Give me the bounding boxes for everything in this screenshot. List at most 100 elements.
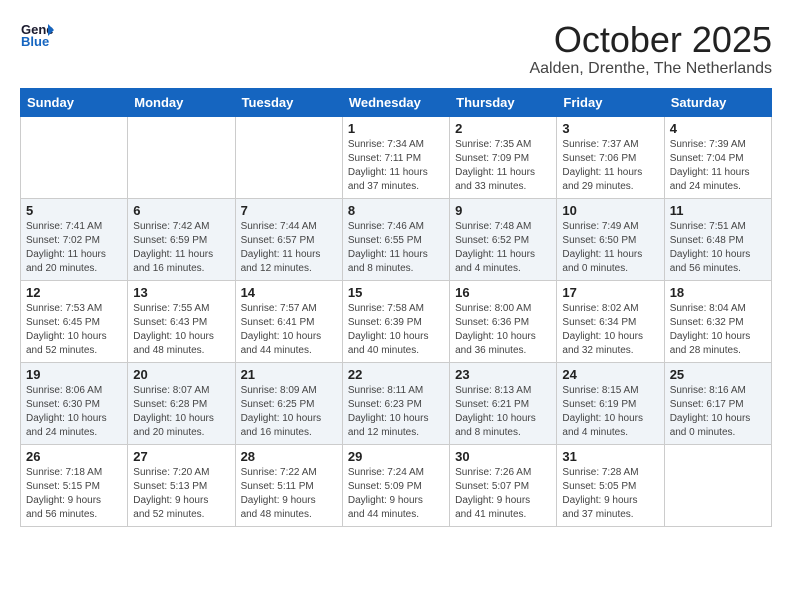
calendar-cell: 11Sunrise: 7:51 AM Sunset: 6:48 PM Dayli… (664, 198, 771, 280)
calendar-cell (128, 116, 235, 198)
month-title: October 2025 (529, 20, 772, 60)
calendar-cell: 22 Sunrise: 8:11 AM Sunset: 6:23 PM Dayli… (342, 362, 449, 444)
day-info: Sunrise: 7:35 AM Sunset: 7:09 PM Dayligh… (455, 138, 551, 194)
day-number: 19 (26, 367, 122, 382)
day-number: 7 (241, 203, 337, 218)
day-info: Sunrise: 7:44 AM Sunset: 6:57 PM Dayligh… (241, 220, 337, 276)
calendar-cell: 19Sunrise: 8:06 AM Sunset: 6:30 PM Dayli… (21, 362, 128, 444)
day-number: 11 (670, 203, 766, 218)
day-info: Sunrise: 7:34 AM Sunset: 7:11 PM Dayligh… (348, 138, 444, 194)
calendar-cell: 20 Sunrise: 8:07 AM Sunset: 6:28 PM Dayli… (128, 362, 235, 444)
day-number: 18 (670, 285, 766, 300)
day-number: 30 (455, 449, 551, 464)
day-number: 4 (670, 121, 766, 136)
calendar-cell (235, 116, 342, 198)
day-number: 15 (348, 285, 444, 300)
svg-text:Blue: Blue (21, 34, 49, 48)
weekday-header-row: SundayMondayTuesdayWednesdayThursdayFrid… (21, 88, 772, 116)
calendar-week-row: 1 Sunrise: 7:34 AM Sunset: 7:11 PM Daylig… (21, 116, 772, 198)
day-info: Sunrise: 7:18 AM Sunset: 5:15 PM Dayligh… (26, 466, 122, 522)
day-number: 29 (348, 449, 444, 464)
day-info: Sunrise: 7:53 AM Sunset: 6:45 PM Dayligh… (26, 302, 122, 358)
weekday-header: Friday (557, 88, 664, 116)
day-info: Sunrise: 7:24 AM Sunset: 5:09 PM Dayligh… (348, 466, 444, 522)
calendar-cell: 3Sunrise: 7:37 AM Sunset: 7:06 PM Daylig… (557, 116, 664, 198)
location-title: Aalden, Drenthe, The Netherlands (529, 60, 772, 78)
day-info: Sunrise: 7:22 AM Sunset: 5:11 PM Dayligh… (241, 466, 337, 522)
logo: General Blue (20, 20, 54, 48)
calendar-week-row: 5 Sunrise: 7:41 AM Sunset: 7:02 PM Daylig… (21, 198, 772, 280)
weekday-header: Thursday (450, 88, 557, 116)
weekday-header: Sunday (21, 88, 128, 116)
calendar-cell: 16 Sunrise: 8:00 AM Sunset: 6:36 PM Dayli… (450, 280, 557, 362)
calendar-cell (21, 116, 128, 198)
day-number: 28 (241, 449, 337, 464)
calendar-cell: 4 Sunrise: 7:39 AM Sunset: 7:04 PM Daylig… (664, 116, 771, 198)
calendar-cell: 7 Sunrise: 7:44 AM Sunset: 6:57 PM Daylig… (235, 198, 342, 280)
calendar-cell: 9 Sunrise: 7:48 AM Sunset: 6:52 PM Daylig… (450, 198, 557, 280)
calendar-cell: 28 Sunrise: 7:22 AM Sunset: 5:11 PM Dayli… (235, 444, 342, 526)
day-number: 10 (562, 203, 658, 218)
day-number: 27 (133, 449, 229, 464)
day-number: 2 (455, 121, 551, 136)
calendar-cell: 27 Sunrise: 7:20 AM Sunset: 5:13 PM Dayli… (128, 444, 235, 526)
calendar-cell: 23 Sunrise: 8:13 AM Sunset: 6:21 PM Dayli… (450, 362, 557, 444)
day-number: 5 (26, 203, 122, 218)
day-number: 25 (670, 367, 766, 382)
calendar-cell: 18Sunrise: 8:04 AM Sunset: 6:32 PM Dayli… (664, 280, 771, 362)
calendar-cell: 13Sunrise: 7:55 AM Sunset: 6:43 PM Dayli… (128, 280, 235, 362)
calendar-cell: 6Sunrise: 7:42 AM Sunset: 6:59 PM Daylig… (128, 198, 235, 280)
day-number: 9 (455, 203, 551, 218)
day-info: Sunrise: 7:41 AM Sunset: 7:02 PM Dayligh… (26, 220, 122, 276)
calendar-cell: 15 Sunrise: 7:58 AM Sunset: 6:39 PM Dayli… (342, 280, 449, 362)
logo-icon: General Blue (20, 20, 54, 48)
page-header: General Blue October 2025 Aalden, Drenth… (20, 20, 772, 78)
calendar-week-row: 19Sunrise: 8:06 AM Sunset: 6:30 PM Dayli… (21, 362, 772, 444)
day-number: 14 (241, 285, 337, 300)
day-number: 8 (348, 203, 444, 218)
calendar-cell: 17Sunrise: 8:02 AM Sunset: 6:34 PM Dayli… (557, 280, 664, 362)
day-info: Sunrise: 8:16 AM Sunset: 6:17 PM Dayligh… (670, 384, 766, 440)
day-info: Sunrise: 8:13 AM Sunset: 6:21 PM Dayligh… (455, 384, 551, 440)
day-info: Sunrise: 7:39 AM Sunset: 7:04 PM Dayligh… (670, 138, 766, 194)
day-number: 23 (455, 367, 551, 382)
day-info: Sunrise: 7:37 AM Sunset: 7:06 PM Dayligh… (562, 138, 658, 194)
day-number: 26 (26, 449, 122, 464)
calendar-cell: 10 Sunrise: 7:49 AM Sunset: 6:50 PM Dayli… (557, 198, 664, 280)
day-info: Sunrise: 7:28 AM Sunset: 5:05 PM Dayligh… (562, 466, 658, 522)
calendar-cell: 26 Sunrise: 7:18 AM Sunset: 5:15 PM Dayli… (21, 444, 128, 526)
day-number: 20 (133, 367, 229, 382)
day-info: Sunrise: 8:09 AM Sunset: 6:25 PM Dayligh… (241, 384, 337, 440)
calendar-cell: 21 Sunrise: 8:09 AM Sunset: 6:25 PM Dayli… (235, 362, 342, 444)
day-info: Sunrise: 7:48 AM Sunset: 6:52 PM Dayligh… (455, 220, 551, 276)
day-info: Sunrise: 7:49 AM Sunset: 6:50 PM Dayligh… (562, 220, 658, 276)
calendar-cell: 30 Sunrise: 7:26 AM Sunset: 5:07 PM Dayli… (450, 444, 557, 526)
calendar-cell: 5 Sunrise: 7:41 AM Sunset: 7:02 PM Daylig… (21, 198, 128, 280)
calendar-cell (664, 444, 771, 526)
day-info: Sunrise: 7:26 AM Sunset: 5:07 PM Dayligh… (455, 466, 551, 522)
day-info: Sunrise: 8:07 AM Sunset: 6:28 PM Dayligh… (133, 384, 229, 440)
weekday-header: Tuesday (235, 88, 342, 116)
day-number: 22 (348, 367, 444, 382)
day-info: Sunrise: 7:58 AM Sunset: 6:39 PM Dayligh… (348, 302, 444, 358)
weekday-header: Wednesday (342, 88, 449, 116)
day-info: Sunrise: 7:57 AM Sunset: 6:41 PM Dayligh… (241, 302, 337, 358)
calendar-cell: 14 Sunrise: 7:57 AM Sunset: 6:41 PM Dayli… (235, 280, 342, 362)
day-info: Sunrise: 8:15 AM Sunset: 6:19 PM Dayligh… (562, 384, 658, 440)
calendar-cell: 12 Sunrise: 7:53 AM Sunset: 6:45 PM Dayli… (21, 280, 128, 362)
day-info: Sunrise: 7:20 AM Sunset: 5:13 PM Dayligh… (133, 466, 229, 522)
day-info: Sunrise: 7:46 AM Sunset: 6:55 PM Dayligh… (348, 220, 444, 276)
calendar-table: SundayMondayTuesdayWednesdayThursdayFrid… (20, 88, 772, 527)
calendar-week-row: 12 Sunrise: 7:53 AM Sunset: 6:45 PM Dayli… (21, 280, 772, 362)
day-number: 16 (455, 285, 551, 300)
day-info: Sunrise: 8:00 AM Sunset: 6:36 PM Dayligh… (455, 302, 551, 358)
day-number: 12 (26, 285, 122, 300)
day-number: 21 (241, 367, 337, 382)
day-number: 1 (348, 121, 444, 136)
day-info: Sunrise: 8:11 AM Sunset: 6:23 PM Dayligh… (348, 384, 444, 440)
calendar-cell: 29 Sunrise: 7:24 AM Sunset: 5:09 PM Dayli… (342, 444, 449, 526)
calendar-cell: 8 Sunrise: 7:46 AM Sunset: 6:55 PM Daylig… (342, 198, 449, 280)
calendar-cell: 25 Sunrise: 8:16 AM Sunset: 6:17 PM Dayli… (664, 362, 771, 444)
weekday-header: Monday (128, 88, 235, 116)
day-number: 31 (562, 449, 658, 464)
